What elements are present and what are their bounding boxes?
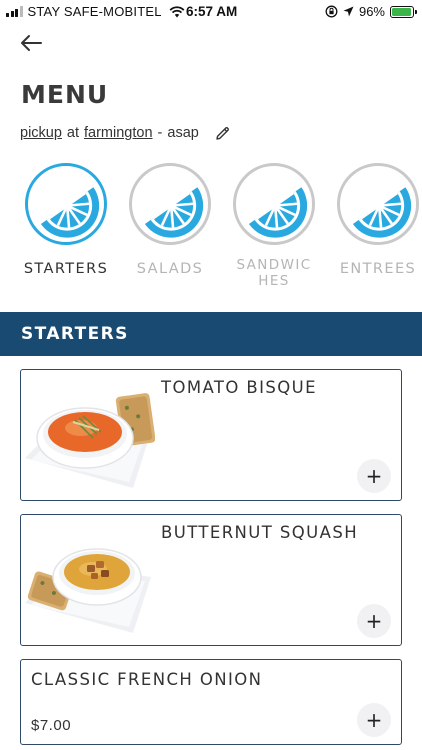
order-location-link[interactable]: farmington xyxy=(84,125,153,141)
add-item-button[interactable]: + xyxy=(357,459,391,493)
arrow-left-icon xyxy=(21,35,42,51)
butternut-squash-photo xyxy=(25,548,151,633)
order-dash: - xyxy=(157,125,163,141)
category-salads[interactable]: SALADS xyxy=(125,160,215,277)
rotation-lock-icon xyxy=(325,5,338,18)
order-at-text: at xyxy=(66,125,80,141)
pencil-icon[interactable] xyxy=(215,126,230,141)
menu-item-card[interactable]: TOMATO BISQUE + xyxy=(20,369,402,501)
page-title: MENU xyxy=(21,80,109,109)
category-sandwiches[interactable]: SANDWIC HES xyxy=(229,160,319,289)
category-entrees[interactable]: ENTREES xyxy=(333,160,422,277)
menu-item-name: CLASSIC FRENCH ONION xyxy=(31,670,263,689)
category-label: STARTERS xyxy=(23,261,109,277)
menu-item-name: TOMATO BISQUE xyxy=(161,378,317,397)
wifi-icon xyxy=(169,5,185,17)
status-bar: STAY SAFE-MOBITEL 6:57 AM 96% xyxy=(0,0,422,24)
category-sandwiches-circle xyxy=(233,163,315,245)
carrier-name: STAY SAFE-MOBITEL xyxy=(27,4,162,19)
order-summary: pickup at farmington - asap xyxy=(20,125,230,141)
category-label: SALADS xyxy=(136,261,204,277)
section-header: STARTERS xyxy=(0,312,422,356)
menu-item-price: $7.00 xyxy=(31,717,72,734)
category-starters[interactable]: STARTERS xyxy=(21,160,111,277)
signal-icon xyxy=(6,6,23,17)
citrus-slice-icon xyxy=(248,187,308,238)
section-title: STARTERS xyxy=(21,324,129,344)
citrus-slice-icon xyxy=(352,187,412,238)
category-carousel[interactable]: STARTERS SALADS SANDWIC HES ENTREES xyxy=(0,160,422,300)
category-starters-circle xyxy=(25,163,107,245)
order-time: asap xyxy=(167,125,199,141)
menu-item-card[interactable]: BUTTERNUT SQUASH + xyxy=(20,514,402,646)
order-method-link[interactable]: pickup xyxy=(20,125,62,141)
battery-percent: 96% xyxy=(358,4,385,19)
location-arrow-icon xyxy=(343,6,354,17)
tomato-bisque-photo xyxy=(25,393,155,488)
status-time: 6:57 AM xyxy=(186,4,238,19)
add-item-button[interactable]: + xyxy=(357,604,391,638)
menu-item-card[interactable]: CLASSIC FRENCH ONION $7.00 + xyxy=(20,659,402,745)
menu-item-name: BUTTERNUT SQUASH xyxy=(161,523,359,542)
add-item-button[interactable]: + xyxy=(357,703,391,737)
citrus-slice-icon xyxy=(40,187,100,238)
category-label: SANDWIC HES xyxy=(236,257,312,289)
battery-icon xyxy=(390,5,417,18)
category-salads-circle xyxy=(129,163,211,245)
category-entrees-circle xyxy=(337,163,419,245)
back-button[interactable] xyxy=(18,32,44,54)
citrus-slice-icon xyxy=(144,187,204,238)
category-label: ENTREES xyxy=(339,261,417,277)
